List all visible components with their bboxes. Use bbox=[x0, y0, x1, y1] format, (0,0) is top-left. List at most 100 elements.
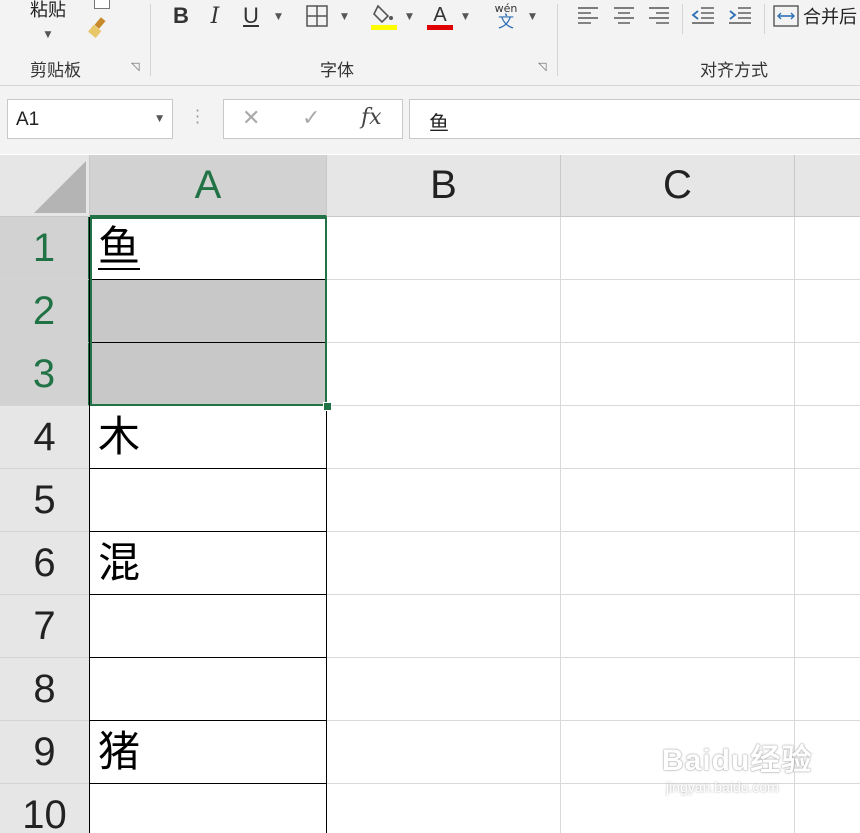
merge-center-button[interactable]: 合并后 bbox=[773, 2, 860, 30]
cell-a3[interactable] bbox=[89, 343, 327, 406]
fill-handle[interactable] bbox=[323, 402, 332, 411]
cell-b2[interactable] bbox=[327, 280, 561, 343]
align-center-icon[interactable] bbox=[612, 4, 636, 28]
fill-color-dropdown-icon[interactable]: ▼ bbox=[406, 12, 413, 22]
cell-b7[interactable] bbox=[327, 595, 561, 658]
name-box-value: A1 bbox=[16, 109, 40, 130]
divider bbox=[682, 4, 683, 34]
row-header-10[interactable]: 10 bbox=[0, 784, 90, 833]
cell-c8[interactable] bbox=[561, 658, 795, 721]
cell-text: 混 bbox=[98, 538, 141, 587]
align-right-icon[interactable] bbox=[647, 4, 671, 28]
cell-b10[interactable] bbox=[327, 784, 561, 833]
format-painter-icon[interactable] bbox=[86, 16, 112, 40]
cell-b9[interactable] bbox=[327, 721, 561, 784]
cell-d8[interactable] bbox=[795, 658, 860, 721]
cell-text: 猪 bbox=[98, 727, 141, 776]
phonetic-dropdown-icon[interactable]: ▼ bbox=[529, 12, 536, 22]
worksheet-grid[interactable]: ABC 1 2 3 4 5 6 7 8 9 10 鱼木混猪 bbox=[0, 155, 860, 833]
merge-center-label: 合并后 bbox=[803, 7, 857, 28]
formula-bar-grip-icon[interactable]: · · · bbox=[195, 103, 200, 131]
cell-d7[interactable] bbox=[795, 595, 860, 658]
cell-b5[interactable] bbox=[327, 469, 561, 532]
cell-a8[interactable] bbox=[89, 658, 327, 721]
column-header-c[interactable]: C bbox=[561, 155, 795, 217]
cell-c5[interactable] bbox=[561, 469, 795, 532]
baidu-watermark: Baidu经验 jingyan.baidu.com bbox=[662, 735, 812, 795]
decrease-indent-icon[interactable] bbox=[690, 4, 716, 28]
row-header-5[interactable]: 5 bbox=[0, 469, 90, 532]
divider bbox=[764, 4, 765, 34]
cell-d3[interactable] bbox=[795, 343, 860, 406]
cell-d1[interactable] bbox=[795, 217, 860, 280]
cell-a1[interactable]: 鱼 bbox=[89, 217, 327, 280]
cell-b8[interactable] bbox=[327, 658, 561, 721]
row-header-9[interactable]: 9 bbox=[0, 721, 90, 784]
copy-icon[interactable] bbox=[94, 0, 110, 9]
increase-indent-icon[interactable] bbox=[727, 4, 753, 28]
row-header-3[interactable]: 3 bbox=[0, 343, 90, 406]
cell-d4[interactable] bbox=[795, 406, 860, 469]
cell-b4[interactable] bbox=[327, 406, 561, 469]
cell-text: 鱼 bbox=[98, 222, 141, 271]
cell-c2[interactable] bbox=[561, 280, 795, 343]
phonetic-bottom-label: 文 bbox=[497, 11, 514, 31]
formula-bar: A1 ▼ · · · ✕ ✓ fx 鱼 bbox=[0, 86, 860, 154]
cell-a9[interactable]: 猪 bbox=[89, 721, 327, 784]
svg-text:A: A bbox=[433, 4, 447, 26]
font-dialog-launcher-icon[interactable]: ◹ bbox=[538, 61, 549, 72]
name-box[interactable]: A1 ▼ bbox=[7, 99, 173, 139]
font-color-dropdown-icon[interactable]: ▼ bbox=[462, 12, 469, 22]
bold-button[interactable]: B bbox=[168, 2, 194, 30]
paste-dropdown-icon[interactable]: ▼ bbox=[45, 30, 52, 40]
row-header-6[interactable]: 6 bbox=[0, 532, 90, 595]
select-all-button[interactable] bbox=[0, 155, 90, 217]
alignment-group-label: 对齐方式 bbox=[700, 61, 768, 81]
column-header-a[interactable]: A bbox=[90, 155, 327, 217]
column-header-d[interactable] bbox=[795, 155, 860, 217]
cell-d2[interactable] bbox=[795, 280, 860, 343]
cell-a4[interactable]: 木 bbox=[89, 406, 327, 469]
formula-input[interactable]: 鱼 bbox=[409, 99, 860, 139]
formula-content: 鱼 bbox=[429, 111, 449, 135]
enter-icon[interactable]: ✓ bbox=[302, 106, 320, 131]
clipboard-dialog-launcher-icon[interactable]: ◹ bbox=[131, 61, 142, 72]
cell-c4[interactable] bbox=[561, 406, 795, 469]
cell-c1[interactable] bbox=[561, 217, 795, 280]
cell-a7[interactable] bbox=[89, 595, 327, 658]
name-box-dropdown-icon[interactable]: ▼ bbox=[156, 114, 163, 124]
row-header-2[interactable]: 2 bbox=[0, 280, 90, 343]
cancel-icon[interactable]: ✕ bbox=[242, 106, 260, 131]
watermark-url: jingyan.baidu.com bbox=[666, 779, 779, 795]
borders-icon[interactable] bbox=[305, 5, 329, 27]
cell-c6[interactable] bbox=[561, 532, 795, 595]
cell-d5[interactable] bbox=[795, 469, 860, 532]
align-left-icon[interactable] bbox=[576, 4, 600, 28]
cell-d6[interactable] bbox=[795, 532, 860, 595]
cell-a5[interactable] bbox=[89, 469, 327, 532]
row-header-8[interactable]: 8 bbox=[0, 658, 90, 721]
cell-c3[interactable] bbox=[561, 343, 795, 406]
underline-dropdown-icon[interactable]: ▼ bbox=[275, 12, 282, 22]
underline-button[interactable]: U bbox=[238, 2, 264, 30]
cell-a2[interactable] bbox=[89, 280, 327, 343]
cell-a10[interactable] bbox=[89, 784, 327, 833]
row-header-7[interactable]: 7 bbox=[0, 595, 90, 658]
insert-function-icon[interactable]: fx bbox=[361, 105, 382, 130]
phonetic-guide-button[interactable]: wén 文 bbox=[490, 0, 522, 32]
paste-label: 粘贴 bbox=[30, 0, 66, 21]
cell-b6[interactable] bbox=[327, 532, 561, 595]
font-color-icon[interactable]: A bbox=[426, 2, 454, 30]
italic-button[interactable]: I bbox=[203, 2, 227, 30]
cell-c7[interactable] bbox=[561, 595, 795, 658]
cell-b1[interactable] bbox=[327, 217, 561, 280]
cell-b3[interactable] bbox=[327, 343, 561, 406]
paste-button[interactable]: 粘贴 ▼ bbox=[18, 0, 78, 42]
column-header-b[interactable]: B bbox=[327, 155, 561, 217]
row-header-4[interactable]: 4 bbox=[0, 406, 90, 469]
formula-buttons: ✕ ✓ fx bbox=[223, 99, 403, 139]
fill-color-icon[interactable] bbox=[370, 2, 398, 30]
cell-a6[interactable]: 混 bbox=[89, 532, 327, 595]
borders-dropdown-icon[interactable]: ▼ bbox=[341, 12, 348, 22]
row-header-1[interactable]: 1 bbox=[0, 217, 90, 280]
